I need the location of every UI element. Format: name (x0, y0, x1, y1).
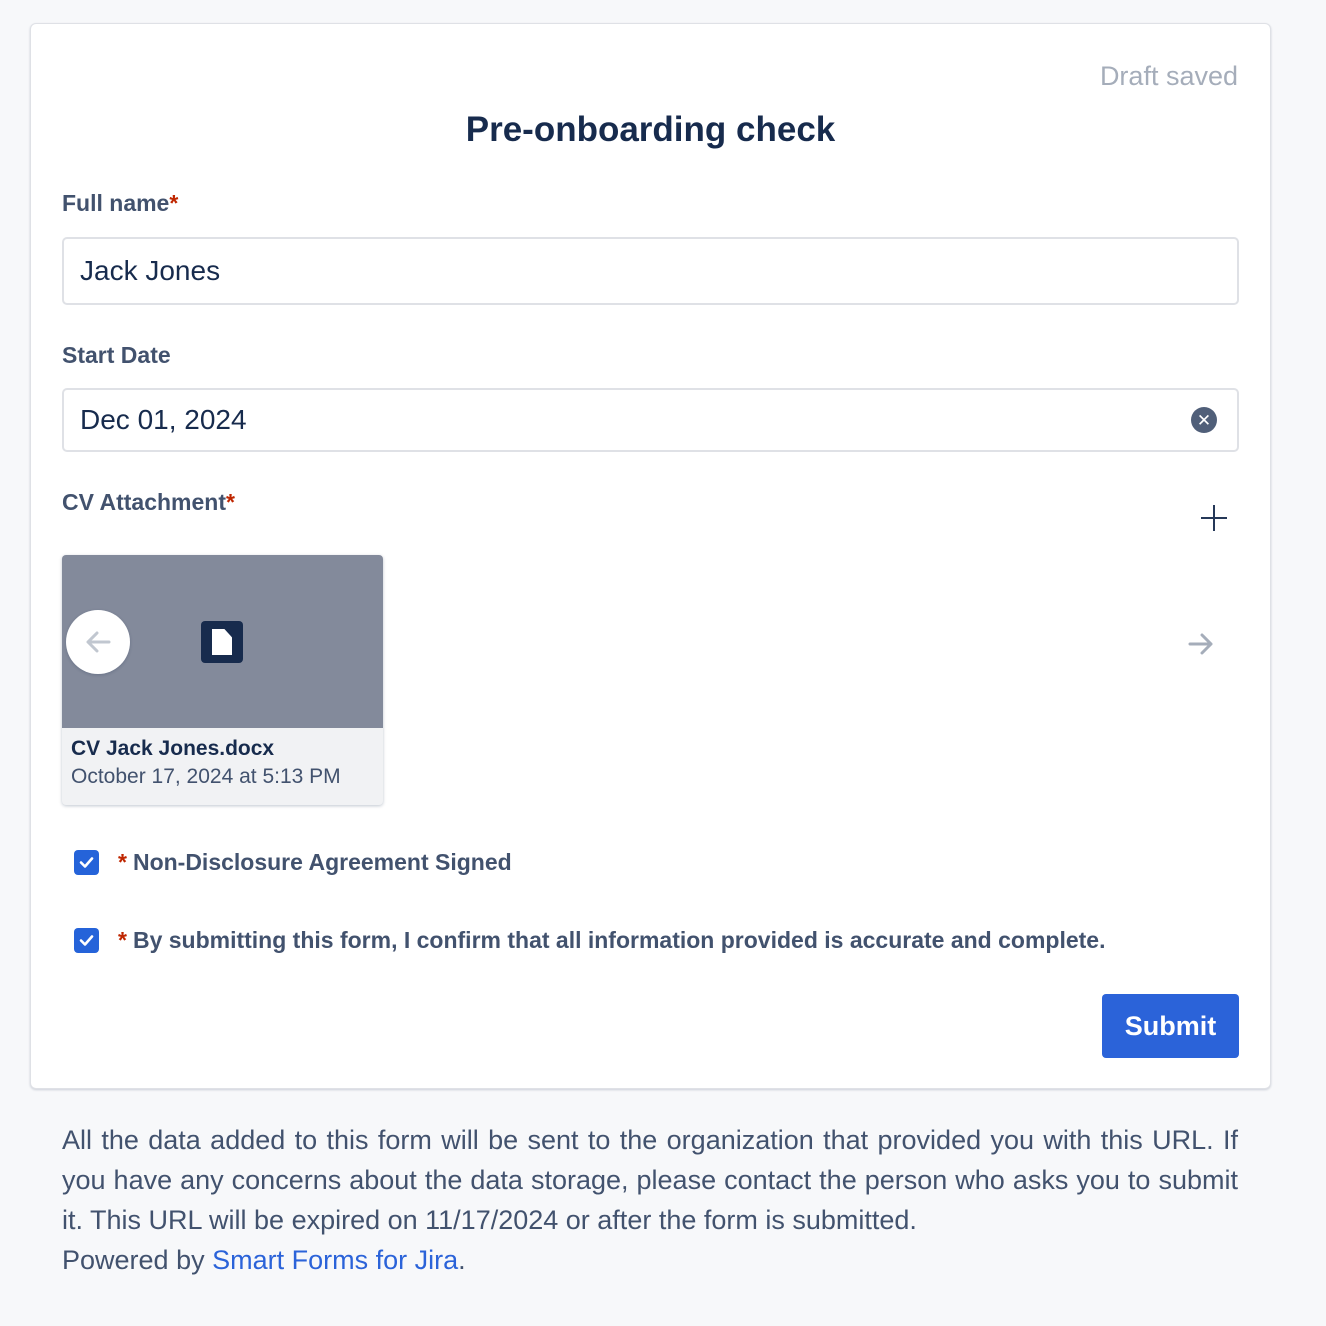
start-date-input[interactable]: Dec 01, 2024 ✕ (62, 388, 1239, 452)
nda-checkbox[interactable] (74, 850, 99, 875)
close-circle-icon[interactable]: ✕ (1191, 407, 1217, 433)
form-card: Draft saved Pre-onboarding check Full na… (30, 23, 1271, 1089)
check-icon (79, 857, 94, 868)
submit-button[interactable]: Submit (1102, 994, 1239, 1058)
nda-label: * Non-Disclosure Agreement Signed (118, 849, 512, 875)
form-title: Pre-onboarding check (465, 110, 836, 149)
confirm-checkbox-row[interactable]: * By submitting this form, I confirm that… (74, 927, 1105, 954)
attachment-upload-date: October 17, 2024 at 5:13 PM (71, 765, 341, 788)
footer-notice: All the data added to this form will be … (62, 1120, 1238, 1280)
arrow-left-icon[interactable] (66, 610, 130, 674)
check-icon (79, 935, 94, 946)
data-notice-text: All the data added to this form will be … (62, 1125, 1238, 1235)
draft-status: Draft saved (1099, 61, 1238, 91)
required-marker: * (118, 927, 127, 953)
start-date-label: Start Date (62, 342, 171, 368)
full-name-input[interactable]: Jack Jones (62, 237, 1239, 305)
required-marker: * (169, 190, 179, 216)
full-name-label: Full name* (62, 190, 179, 216)
attachment-card[interactable]: CV Jack Jones.docx October 17, 2024 at 5… (62, 555, 383, 805)
document-icon (201, 621, 243, 663)
plus-icon[interactable] (1198, 502, 1230, 534)
confirm-checkbox[interactable] (74, 928, 99, 953)
arrow-right-icon[interactable] (1184, 627, 1218, 661)
required-marker: * (118, 849, 127, 875)
powered-by: Powered by Smart Forms for Jira. (62, 1245, 466, 1275)
nda-checkbox-row[interactable]: * Non-Disclosure Agreement Signed (74, 849, 512, 876)
attachment-file-name: CV Jack Jones.docx (71, 737, 275, 760)
confirm-label: * By submitting this form, I confirm that… (118, 927, 1106, 953)
required-marker: * (226, 489, 235, 515)
cv-attachment-label: CV Attachment* (62, 489, 235, 515)
smart-forms-link[interactable]: Smart Forms for Jira (212, 1245, 458, 1275)
